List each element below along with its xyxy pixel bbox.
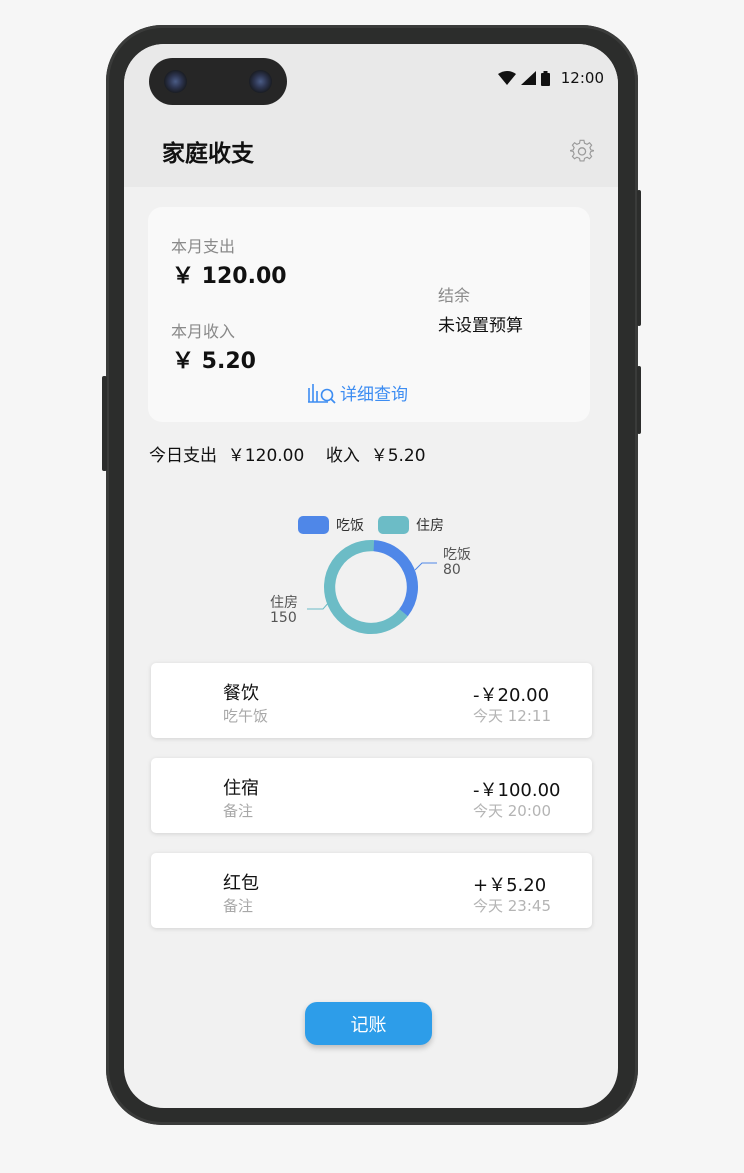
balance-label: 结余	[438, 286, 471, 305]
legend-item-food[interactable]: 吃饭	[298, 515, 364, 535]
cellular-signal-icon	[520, 71, 536, 85]
volume-button	[102, 376, 107, 471]
app-header: 12:00 家庭收支	[124, 44, 618, 187]
legend-label: 住房	[416, 518, 444, 534]
transaction-category: 住宿	[223, 778, 259, 799]
camera-lens	[164, 70, 187, 93]
phone-frame: 12:00 家庭收支 本月支出 ￥ 120.00 本月收入 ￥ 5.20 结余 …	[106, 25, 638, 1125]
screen: 12:00 家庭收支 本月支出 ￥ 120.00 本月收入 ￥ 5.20 结余 …	[124, 44, 618, 1108]
chart-search-icon	[308, 383, 336, 404]
slice-label-name: 吃饭	[443, 547, 471, 563]
monthly-income-amount: ￥ 5.20	[172, 349, 256, 374]
transaction-card[interactable]: 红包 备注 +￥5.20 今天 23:45	[151, 853, 592, 928]
transaction-card[interactable]: 餐饮 吃午饭 -￥20.00 今天 12:11	[151, 663, 592, 738]
wifi-icon	[497, 71, 516, 85]
monthly-income-label: 本月收入	[171, 322, 236, 341]
today-summary: 今日支出 ￥120.00 收入 ￥5.20	[149, 446, 426, 466]
expense-donut-chart	[324, 540, 418, 634]
slice-label-name: 住房	[270, 595, 298, 611]
legend-item-housing[interactable]: 住房	[378, 515, 444, 535]
legend-swatch	[298, 516, 329, 534]
camera-lens	[249, 70, 272, 93]
donut-slice-0[interactable]	[372, 540, 418, 617]
legend-swatch	[378, 516, 409, 534]
slice-label-housing: 住房 150	[270, 596, 298, 626]
transaction-amount: +￥5.20	[473, 875, 547, 896]
status-bar: 12:00	[497, 68, 604, 88]
label-leader-line	[414, 562, 437, 571]
slice-label-food: 吃饭 80	[443, 548, 471, 578]
status-time: 12:00	[560, 69, 604, 87]
transaction-time: 今天 20:00	[473, 802, 551, 820]
slice-label-value: 80	[443, 562, 461, 578]
transaction-time: 今天 12:11	[473, 707, 551, 725]
power-button	[637, 190, 641, 326]
transaction-time: 今天 23:45	[473, 897, 551, 915]
monthly-summary-card: 本月支出 ￥ 120.00 本月收入 ￥ 5.20 结余 未设置预算 详细查询	[148, 207, 590, 422]
monthly-expense-label: 本月支出	[171, 237, 236, 256]
record-button[interactable]: 记账	[305, 1002, 432, 1045]
slice-label-value: 150	[270, 610, 297, 626]
side-key	[637, 366, 641, 434]
transaction-amount: -￥100.00	[473, 780, 561, 801]
transaction-note: 备注	[223, 802, 254, 820]
transaction-card[interactable]: 住宿 备注 -￥100.00 今天 20:00	[151, 758, 592, 833]
label-leader-line	[307, 600, 331, 610]
transaction-amount: -￥20.00	[473, 685, 550, 706]
gear-icon[interactable]	[570, 139, 594, 163]
transaction-category: 红包	[223, 873, 259, 894]
camera-cutout	[149, 58, 287, 105]
budget-status: 未设置预算	[438, 316, 523, 336]
monthly-expense-amount: ￥ 120.00	[172, 264, 287, 289]
transaction-note: 吃午饭	[223, 707, 269, 725]
detail-query-label: 详细查询	[340, 385, 408, 405]
transaction-note: 备注	[223, 897, 254, 915]
battery-icon	[540, 70, 550, 86]
legend-label: 吃饭	[336, 518, 364, 534]
detail-query-link[interactable]: 详细查询	[306, 380, 408, 405]
page-title: 家庭收支	[162, 141, 254, 167]
transaction-category: 餐饮	[223, 683, 259, 704]
